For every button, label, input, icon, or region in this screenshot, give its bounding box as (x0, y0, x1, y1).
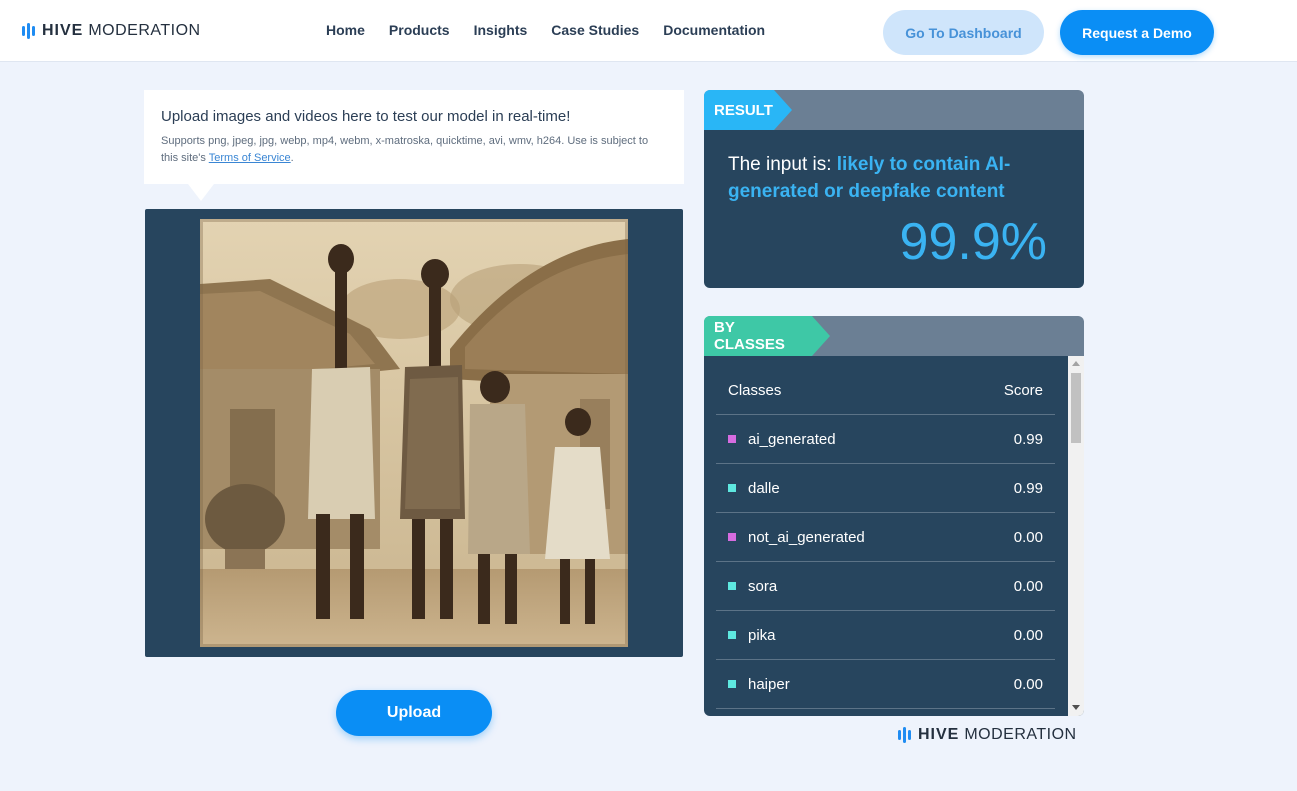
upload-info-subtitle: Supports png, jpeg, jpg, webp, mp4, webm… (161, 133, 667, 167)
result-score: 99.9% (899, 213, 1047, 271)
classes-column-header: Classes (728, 381, 782, 399)
subtitle-period: . (290, 152, 294, 164)
logo-hive-text: HIVE (42, 22, 84, 39)
sepia-photo-illustration (200, 219, 628, 647)
class-score: 0.99 (1013, 479, 1043, 497)
upload-info-title: Upload images and videos here to test ou… (161, 108, 571, 125)
class-score: 0.00 (1013, 675, 1043, 693)
hive-logo[interactable]: HIVE MODERATION (22, 22, 201, 40)
classes-table-header: Classes Score (716, 366, 1055, 415)
scroll-up-arrow-icon[interactable] (1072, 361, 1080, 366)
table-row: haiper 0.00 (716, 660, 1055, 709)
table-row: dalle 0.99 (716, 464, 1055, 513)
class-score: 0.00 (1013, 528, 1043, 546)
class-score: 0.00 (1013, 577, 1043, 595)
nav-link-case-studies[interactable]: Case Studies (551, 22, 639, 40)
result-tag: RESULT (704, 90, 792, 130)
logo-hive-text: HIVE (918, 726, 960, 743)
hive-logo-icon (22, 23, 35, 39)
table-row: pika 0.00 (716, 611, 1055, 660)
result-card-body: The input is: likely to contain AI-gener… (704, 130, 1084, 288)
scroll-down-arrow-icon[interactable] (1072, 705, 1080, 710)
terms-of-service-link[interactable]: Terms of Service (209, 152, 291, 164)
class-score: 0.99 (1013, 430, 1043, 448)
uploaded-image (200, 219, 628, 647)
class-color-swatch (728, 435, 736, 443)
classes-card-header: BY CLASSES (704, 316, 1084, 356)
class-name: haiper (748, 675, 790, 693)
upload-button[interactable]: Upload (336, 690, 492, 736)
class-name: sora (748, 577, 778, 595)
nav-link-documentation[interactable]: Documentation (663, 22, 765, 40)
result-verdict: The input is: likely to contain AI-gener… (728, 151, 1048, 205)
class-name: dalle (748, 479, 780, 497)
nav-links: Home Products Insights Case Studies Docu… (326, 22, 765, 40)
score-column-header: Score (1003, 381, 1043, 399)
nav-link-products[interactable]: Products (389, 22, 450, 40)
result-card-header: RESULT (704, 90, 1084, 130)
request-demo-button[interactable]: Request a Demo (1060, 10, 1214, 55)
class-color-swatch (728, 533, 736, 541)
class-color-swatch (728, 680, 736, 688)
class-score: 0.00 (1013, 626, 1043, 644)
image-preview-panel (145, 209, 683, 657)
table-row: ai_generated 0.99 (716, 415, 1055, 464)
by-classes-tag: BY CLASSES (704, 316, 830, 356)
classes-card-body[interactable]: Classes Score ai_generated 0.99 dalle 0.… (704, 356, 1084, 716)
class-name: pika (748, 626, 776, 644)
class-name: not_ai_generated (748, 528, 865, 546)
nav-link-home[interactable]: Home (326, 22, 365, 40)
footer-hive-logo: HIVE MODERATION (898, 726, 1077, 744)
verdict-prefix: The input is: (728, 154, 837, 175)
class-name: ai_generated (748, 430, 836, 448)
logo-moderation-text: MODERATION (964, 726, 1077, 743)
class-color-swatch (728, 582, 736, 590)
upload-info-box: Upload images and videos here to test ou… (144, 90, 684, 201)
table-row: not_ai_generated 0.00 (716, 513, 1055, 562)
classes-scrollbar[interactable] (1068, 356, 1084, 716)
table-row: sora 0.00 (716, 562, 1055, 611)
go-to-dashboard-button[interactable]: Go To Dashboard (883, 10, 1044, 55)
hive-logo-icon (898, 727, 911, 743)
scrollbar-thumb[interactable] (1071, 373, 1081, 443)
logo-moderation-text: MODERATION (88, 22, 201, 39)
nav-link-insights[interactable]: Insights (474, 22, 528, 40)
class-color-swatch (728, 631, 736, 639)
top-navbar: HIVE MODERATION Home Products Insights C… (0, 0, 1297, 62)
classes-table: Classes Score ai_generated 0.99 dalle 0.… (716, 366, 1055, 709)
class-color-swatch (728, 484, 736, 492)
info-box-pointer (188, 184, 214, 201)
